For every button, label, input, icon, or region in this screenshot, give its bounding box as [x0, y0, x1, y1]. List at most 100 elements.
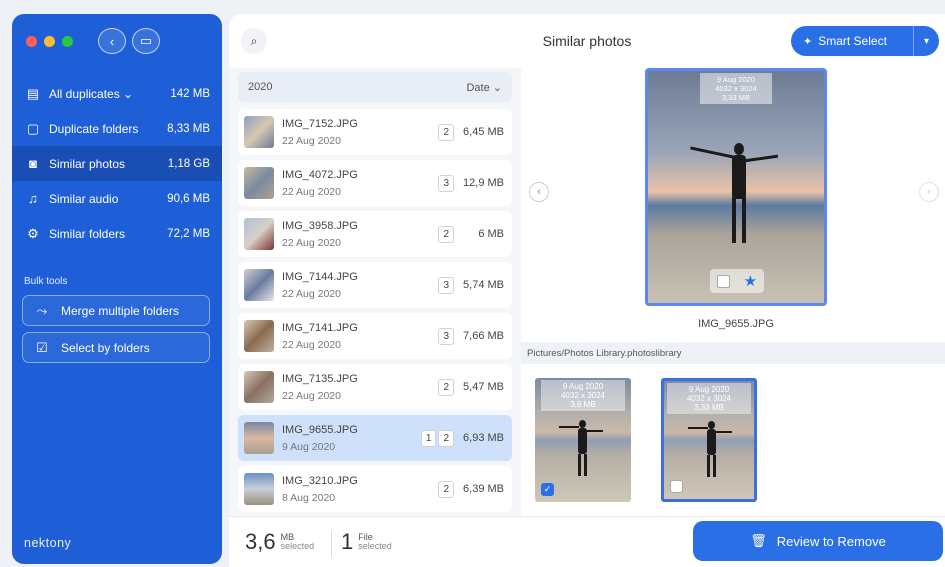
list-item[interactable]: IMG_4072.JPG 22 Aug 2020 3 12,9 MB: [238, 160, 512, 206]
list-item-selected[interactable]: IMG_9655.JPG 9 Aug 2020 1 2 6,93 MB: [238, 415, 512, 461]
merge-folders-button[interactable]: ⤳ Merge multiple folders: [22, 295, 210, 326]
photo-thumbnail: [244, 473, 274, 505]
photo-size: 3,33 MB: [694, 403, 724, 412]
duplicate-count-badge: 2: [438, 225, 454, 243]
toolbar: ⌕ Similar photos ✦ Smart Select ▾: [229, 14, 945, 68]
brand-logo: nektony: [24, 536, 72, 550]
selected-files-stat: 1 File selected: [341, 529, 392, 555]
sidebar-item-size: 142 MB: [170, 87, 210, 100]
photo-thumbnail: [244, 422, 274, 454]
sidebar-item-size: 1,18 GB: [167, 157, 210, 170]
footer: 3,6 MB selected 1 File selected 🗑 Review t…: [229, 516, 945, 567]
sidebar-item-similar-folders[interactable]: ⚙ Similar folders 72,2 MB: [12, 216, 222, 251]
photo-thumbnail: [244, 167, 274, 199]
photo-size: 3,33 MB: [722, 93, 750, 102]
smart-select-label: Smart Select: [818, 34, 887, 48]
person-figure: [734, 143, 744, 155]
sidebar-list: ▤ All duplicates ⌄ 142 MB ▢ Duplicate fo…: [12, 76, 222, 251]
camera-icon: ◙: [29, 156, 37, 171]
checkbox-checked[interactable]: ✓: [541, 483, 554, 496]
file-name: IMG_3958.JPG: [282, 219, 358, 232]
folder-check-icon: ☑: [36, 339, 48, 355]
checkbox-unchecked[interactable]: [670, 480, 683, 493]
sort-dropdown[interactable]: Date ⌄: [466, 81, 502, 94]
smart-select-dropdown[interactable]: ▾: [913, 26, 939, 56]
back-button[interactable]: ‹: [98, 28, 126, 54]
previous-photo-button[interactable]: ‹: [529, 182, 549, 202]
file-name: IMG_7135.JPG: [282, 372, 358, 385]
similar-photo-thumb-selected[interactable]: 9 Aug 2020 4032 x 3024 3,33 MB: [661, 378, 757, 502]
photo-date: 9 Aug 2020: [562, 382, 604, 391]
photo-dimensions: 4032 x 3024: [715, 84, 757, 93]
sidebar-icon: ▭: [139, 33, 153, 48]
duplicate-count-badge: 3: [438, 327, 454, 345]
file-date: 8 Aug 2020: [282, 491, 336, 504]
duplicate-count-badge: 2: [438, 378, 454, 396]
folder-path: Pictures/Photos Library.photoslibrary: [521, 342, 945, 364]
photo-info-overlay: 9 Aug 2020 4032 x 3024 3,6 MB: [541, 380, 625, 411]
star-icon[interactable]: ★: [744, 272, 757, 290]
divider: [331, 531, 332, 557]
select-by-folders-label: Select by folders: [61, 340, 150, 355]
large-photo[interactable]: 9 Aug 2020 4032 x 3024 3,33 MB ★: [645, 68, 827, 306]
file-date: 22 Aug 2020: [282, 338, 341, 351]
toggle-sidebar-button[interactable]: ▭: [132, 28, 160, 54]
duplicate-count-badge: 2: [438, 429, 454, 447]
file-size: 6,39 MB: [463, 483, 504, 495]
photo-dimensions: 4032 x 3024: [686, 394, 732, 403]
list-item[interactable]: IMG_3210.JPG 8 Aug 2020 2 6,39 MB: [238, 466, 512, 512]
select-by-folders-button[interactable]: ☑ Select by folders: [22, 332, 210, 363]
review-to-remove-button[interactable]: 🗑 Review to Remove: [693, 521, 943, 561]
sidebar-item-similar-audio[interactable]: ♫ Similar audio 90,6 MB: [12, 181, 222, 216]
zoom-window-button[interactable]: [62, 36, 73, 47]
list-item[interactable]: IMG_7141.JPG 22 Aug 2020 3 7,66 MB: [238, 313, 512, 359]
photo-thumbnail: [244, 320, 274, 352]
photo-dimensions: 4032 x 3024: [560, 391, 606, 400]
preview-filename: IMG_9655.JPG: [698, 318, 774, 330]
next-photo-button[interactable]: ›: [919, 182, 939, 202]
sidebar-item-duplicate-folders[interactable]: ▢ Duplicate folders 8,33 MB: [12, 111, 222, 146]
selected-size-value: 3,6: [245, 529, 276, 554]
selected-size-caption: selected: [280, 541, 315, 551]
file-size: 6 MB: [478, 228, 504, 240]
list-item[interactable]: IMG_7135.JPG 22 Aug 2020 2 5,47 MB: [238, 364, 512, 410]
file-name: IMG_7141.JPG: [282, 321, 358, 334]
music-note-icon: ♫: [28, 191, 38, 206]
file-size: 12,9 MB: [463, 177, 504, 189]
file-date: 9 Aug 2020: [282, 440, 336, 453]
similar-photo-thumb[interactable]: 9 Aug 2020 4032 x 3024 3,6 MB ✓: [535, 378, 631, 502]
minimize-window-button[interactable]: [44, 36, 55, 47]
duplicate-count-badge: 3: [438, 174, 454, 192]
file-size: 5,47 MB: [463, 381, 504, 393]
list-item[interactable]: IMG_7144.JPG 22 Aug 2020 3 5,74 MB: [238, 262, 512, 308]
file-name: IMG_4072.JPG: [282, 168, 358, 181]
merge-arrow-icon: ⤳: [36, 302, 48, 318]
file-date: 22 Aug 2020: [282, 389, 341, 402]
sidebar-item-label: Similar folders: [49, 226, 126, 241]
list-item[interactable]: IMG_3958.JPG 22 Aug 2020 2 6 MB: [238, 211, 512, 257]
selected-files-value: 1: [341, 529, 354, 554]
sidebar-item-label: Similar photos: [49, 156, 126, 171]
photo-actions: ★: [710, 269, 764, 293]
selected-size-stat: 3,6 MB selected: [245, 529, 314, 555]
file-name: IMG_3210.JPG: [282, 474, 358, 487]
app-window: ‹ ▭ ▤ All duplicates ⌄ 142 MB ▢ Duplicat…: [0, 0, 945, 567]
chevron-left-icon: ‹: [537, 186, 541, 198]
list-header: 2020 Date ⌄: [238, 72, 512, 102]
close-window-button[interactable]: [26, 36, 37, 47]
merge-folders-label: Merge multiple folders: [61, 303, 180, 318]
sidebar-item-label: Duplicate folders: [49, 121, 139, 136]
select-checkbox[interactable]: [716, 274, 730, 288]
file-name: IMG_9655.JPG: [282, 423, 358, 436]
photo-preview: ‹ › 9 Aug 2020 4032 x 3024 3,33 MB ★ IMG…: [521, 68, 945, 351]
photo-thumbnail: [244, 371, 274, 403]
sidebar-item-similar-photos[interactable]: ◙ Similar photos 1,18 GB: [12, 146, 222, 181]
file-date: 22 Aug 2020: [282, 287, 341, 300]
file-list: 2020 Date ⌄ IMG_7152.JPG 22 Aug 2020 2 6,…: [229, 68, 521, 516]
photo-thumbnail: [244, 116, 274, 148]
similar-group: 9 Aug 2020 4032 x 3024 3,6 MB ✓ 9 Aug 20…: [521, 364, 945, 516]
smart-select-button[interactable]: ✦ Smart Select ▾: [791, 26, 939, 56]
bulk-tools-heading: Bulk tools: [24, 276, 68, 287]
sidebar-item-all-duplicates[interactable]: ▤ All duplicates ⌄ 142 MB: [12, 76, 222, 111]
list-item[interactable]: IMG_7152.JPG 22 Aug 2020 2 6,45 MB: [238, 109, 512, 155]
